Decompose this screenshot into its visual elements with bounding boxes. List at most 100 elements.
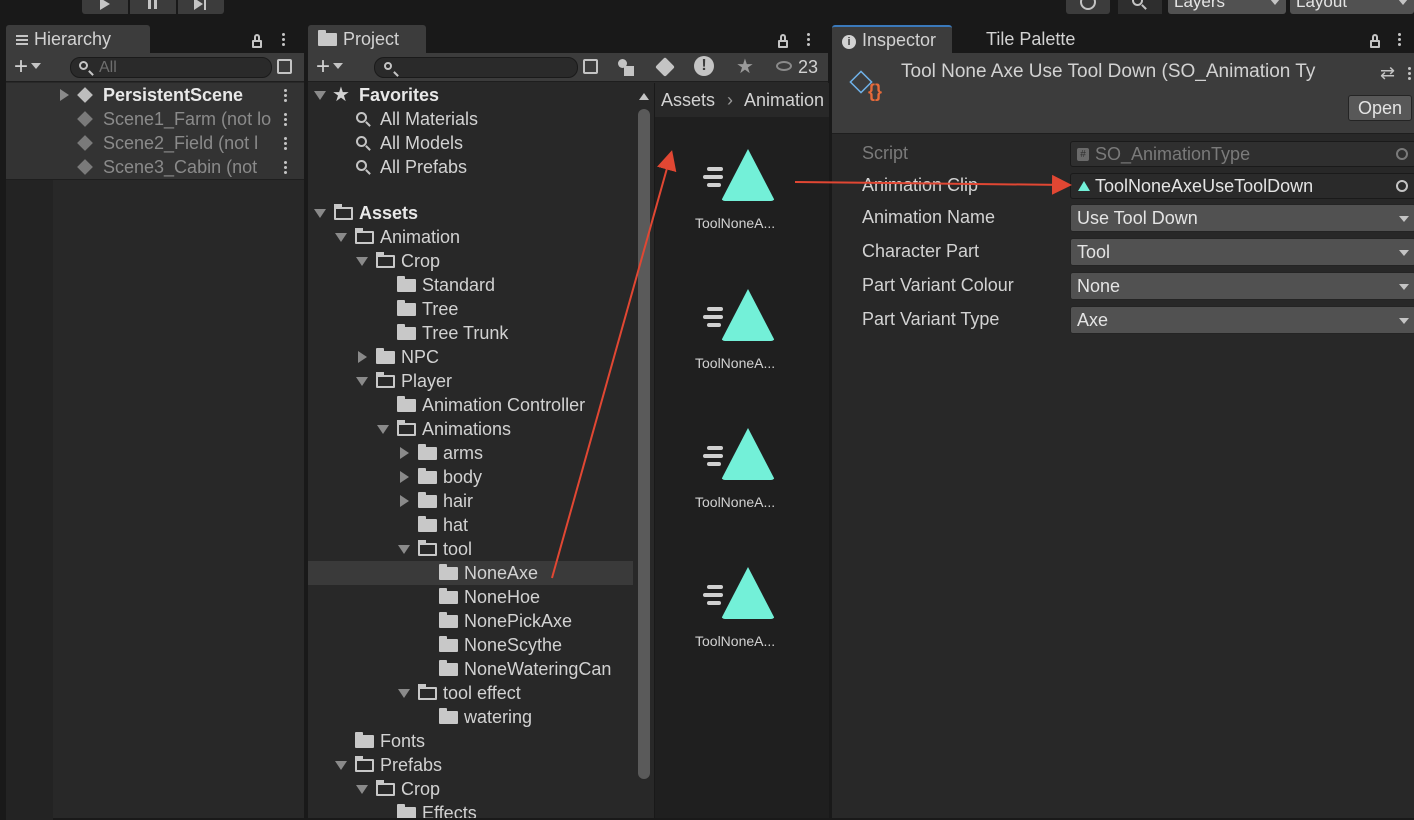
tree-item[interactable]: NoneWateringCan <box>308 657 638 681</box>
tree-item[interactable]: Animation Controller <box>308 393 638 417</box>
tree-item[interactable]: watering <box>308 705 638 729</box>
tree-item[interactable]: NPC <box>308 345 638 369</box>
collapse-arrow-icon[interactable] <box>314 91 326 100</box>
asset-item[interactable]: ToolNoneA... <box>655 428 829 538</box>
tree-item[interactable]: Animations <box>308 417 638 441</box>
more-options-icon[interactable] <box>282 31 286 48</box>
part-variant-type-dropdown[interactable]: Axe <box>1070 306 1414 334</box>
collapse-arrow-icon[interactable] <box>335 761 347 770</box>
tree-item[interactable]: Player <box>308 369 638 393</box>
character-part-dropdown[interactable]: Tool <box>1070 238 1414 266</box>
preset-icon[interactable]: ⇄ <box>1380 63 1395 84</box>
search-toolbar-button[interactable] <box>1118 0 1162 14</box>
collapse-arrow-icon[interactable] <box>314 209 326 218</box>
star-icon[interactable]: ★ <box>736 53 754 81</box>
step-button[interactable] <box>178 0 224 14</box>
layout-dropdown[interactable]: Layout <box>1290 0 1414 14</box>
scene-row-field[interactable]: Scene2_Field (not l <box>6 131 304 155</box>
tab-inspector[interactable]: i Inspector <box>832 25 952 53</box>
filter-by-type-icon[interactable] <box>618 59 634 76</box>
tree-item[interactable]: NonePickAxe <box>308 609 638 633</box>
scene-options-icon[interactable] <box>284 111 288 128</box>
tree-item[interactable]: hair <box>308 489 638 513</box>
object-picker-icon[interactable] <box>1396 180 1408 192</box>
expand-arrow-icon[interactable] <box>400 495 409 507</box>
tab-project[interactable]: Project <box>308 25 426 53</box>
scene-row-persistent[interactable]: PersistentScene <box>6 83 304 107</box>
more-options-icon[interactable] <box>807 31 811 48</box>
play-button[interactable] <box>82 0 128 14</box>
object-picker-icon[interactable] <box>1396 148 1408 160</box>
filter-by-label-icon[interactable] <box>655 57 675 77</box>
hierarchy-search-input[interactable]: All <box>70 57 272 78</box>
tree-item[interactable]: tool effect <box>308 681 638 705</box>
tree-item[interactable]: arms <box>308 441 638 465</box>
lock-icon[interactable] <box>778 34 788 48</box>
tree-item[interactable]: Effects <box>308 801 638 818</box>
tree-item[interactable]: tool <box>308 537 638 561</box>
collapse-arrow-icon[interactable] <box>398 545 410 554</box>
scene-options-icon[interactable] <box>284 87 288 104</box>
create-button[interactable]: + <box>316 53 344 81</box>
breadcrumb-current[interactable]: Animation <box>744 83 824 117</box>
tree-item[interactable]: Standard <box>308 273 638 297</box>
warning-icon[interactable]: ! <box>694 56 714 76</box>
search-options-icon[interactable] <box>583 59 598 74</box>
expand-arrow-icon[interactable] <box>358 351 367 363</box>
collapse-arrow-icon[interactable] <box>356 377 368 386</box>
expand-arrow-icon[interactable] <box>60 89 69 101</box>
filter-icon[interactable] <box>277 59 292 74</box>
tree-item[interactable]: NoneScythe <box>308 633 638 657</box>
history-button[interactable] <box>1066 0 1110 14</box>
scrollbar-thumb[interactable] <box>638 109 650 779</box>
scene-options-icon[interactable] <box>284 135 288 152</box>
more-options-icon[interactable] <box>1398 31 1402 48</box>
project-search-input[interactable] <box>374 57 578 78</box>
expand-arrow-icon[interactable] <box>400 471 409 483</box>
lock-icon[interactable] <box>252 34 262 48</box>
tree-scrollbar[interactable] <box>637 89 651 818</box>
tab-tile-palette[interactable]: Tile Palette <box>976 25 1085 53</box>
tab-hierarchy[interactable]: Hierarchy <box>6 25 150 53</box>
breadcrumb-root[interactable]: Assets <box>661 83 715 117</box>
tree-item[interactable]: Prefabs <box>308 753 638 777</box>
tree-item[interactable]: Tree Trunk <box>308 321 638 345</box>
asset-item[interactable]: ToolNoneA... <box>655 289 829 399</box>
collapse-arrow-icon[interactable] <box>335 233 347 242</box>
tree-item[interactable]: body <box>308 465 638 489</box>
collapse-arrow-icon[interactable] <box>356 785 368 794</box>
tree-item[interactable]: hat <box>308 513 638 537</box>
scene-row-farm[interactable]: Scene1_Farm (not lo <box>6 107 304 131</box>
collapse-arrow-icon[interactable] <box>356 257 368 266</box>
collapse-arrow-icon[interactable] <box>398 689 410 698</box>
tree-item-selected[interactable]: NoneAxe <box>308 561 633 585</box>
lock-icon[interactable] <box>1370 34 1380 48</box>
part-variant-colour-dropdown[interactable]: None <box>1070 272 1414 300</box>
tree-item-assets[interactable]: Assets <box>308 201 638 225</box>
eye-icon[interactable] <box>776 61 792 71</box>
asset-item[interactable]: ToolNoneA... <box>655 149 829 259</box>
asset-item[interactable]: ToolNoneA... <box>655 567 829 677</box>
tree-item[interactable]: Crop <box>308 777 638 801</box>
animation-name-dropdown[interactable]: Use Tool Down <box>1070 204 1414 232</box>
scene-options-icon[interactable] <box>284 159 288 176</box>
layers-dropdown[interactable]: Layers <box>1168 0 1286 14</box>
clip-value: ToolNoneAxeUseToolDown <box>1095 176 1314 196</box>
more-options-icon[interactable] <box>1408 65 1412 82</box>
star-icon: ★ <box>332 84 350 106</box>
add-button[interactable]: + <box>14 53 42 81</box>
open-button[interactable]: Open <box>1348 95 1412 121</box>
scroll-up-icon[interactable] <box>639 93 649 100</box>
expand-arrow-icon[interactable] <box>400 447 409 459</box>
tree-item[interactable]: NoneHoe <box>308 585 638 609</box>
animation-clip-field[interactable]: ToolNoneAxeUseToolDown <box>1070 173 1414 199</box>
tree-item[interactable]: Fonts <box>308 729 638 753</box>
collapse-arrow-icon[interactable] <box>377 425 389 434</box>
folder-icon <box>397 324 416 340</box>
scene-row-cabin[interactable]: Scene3_Cabin (not <box>6 155 304 180</box>
tree-item[interactable]: Animation <box>308 225 638 249</box>
pause-button[interactable] <box>130 0 176 14</box>
tree-item[interactable]: Crop <box>308 249 638 273</box>
project-tabbar: Project <box>308 25 828 53</box>
tree-item[interactable]: Tree <box>308 297 638 321</box>
